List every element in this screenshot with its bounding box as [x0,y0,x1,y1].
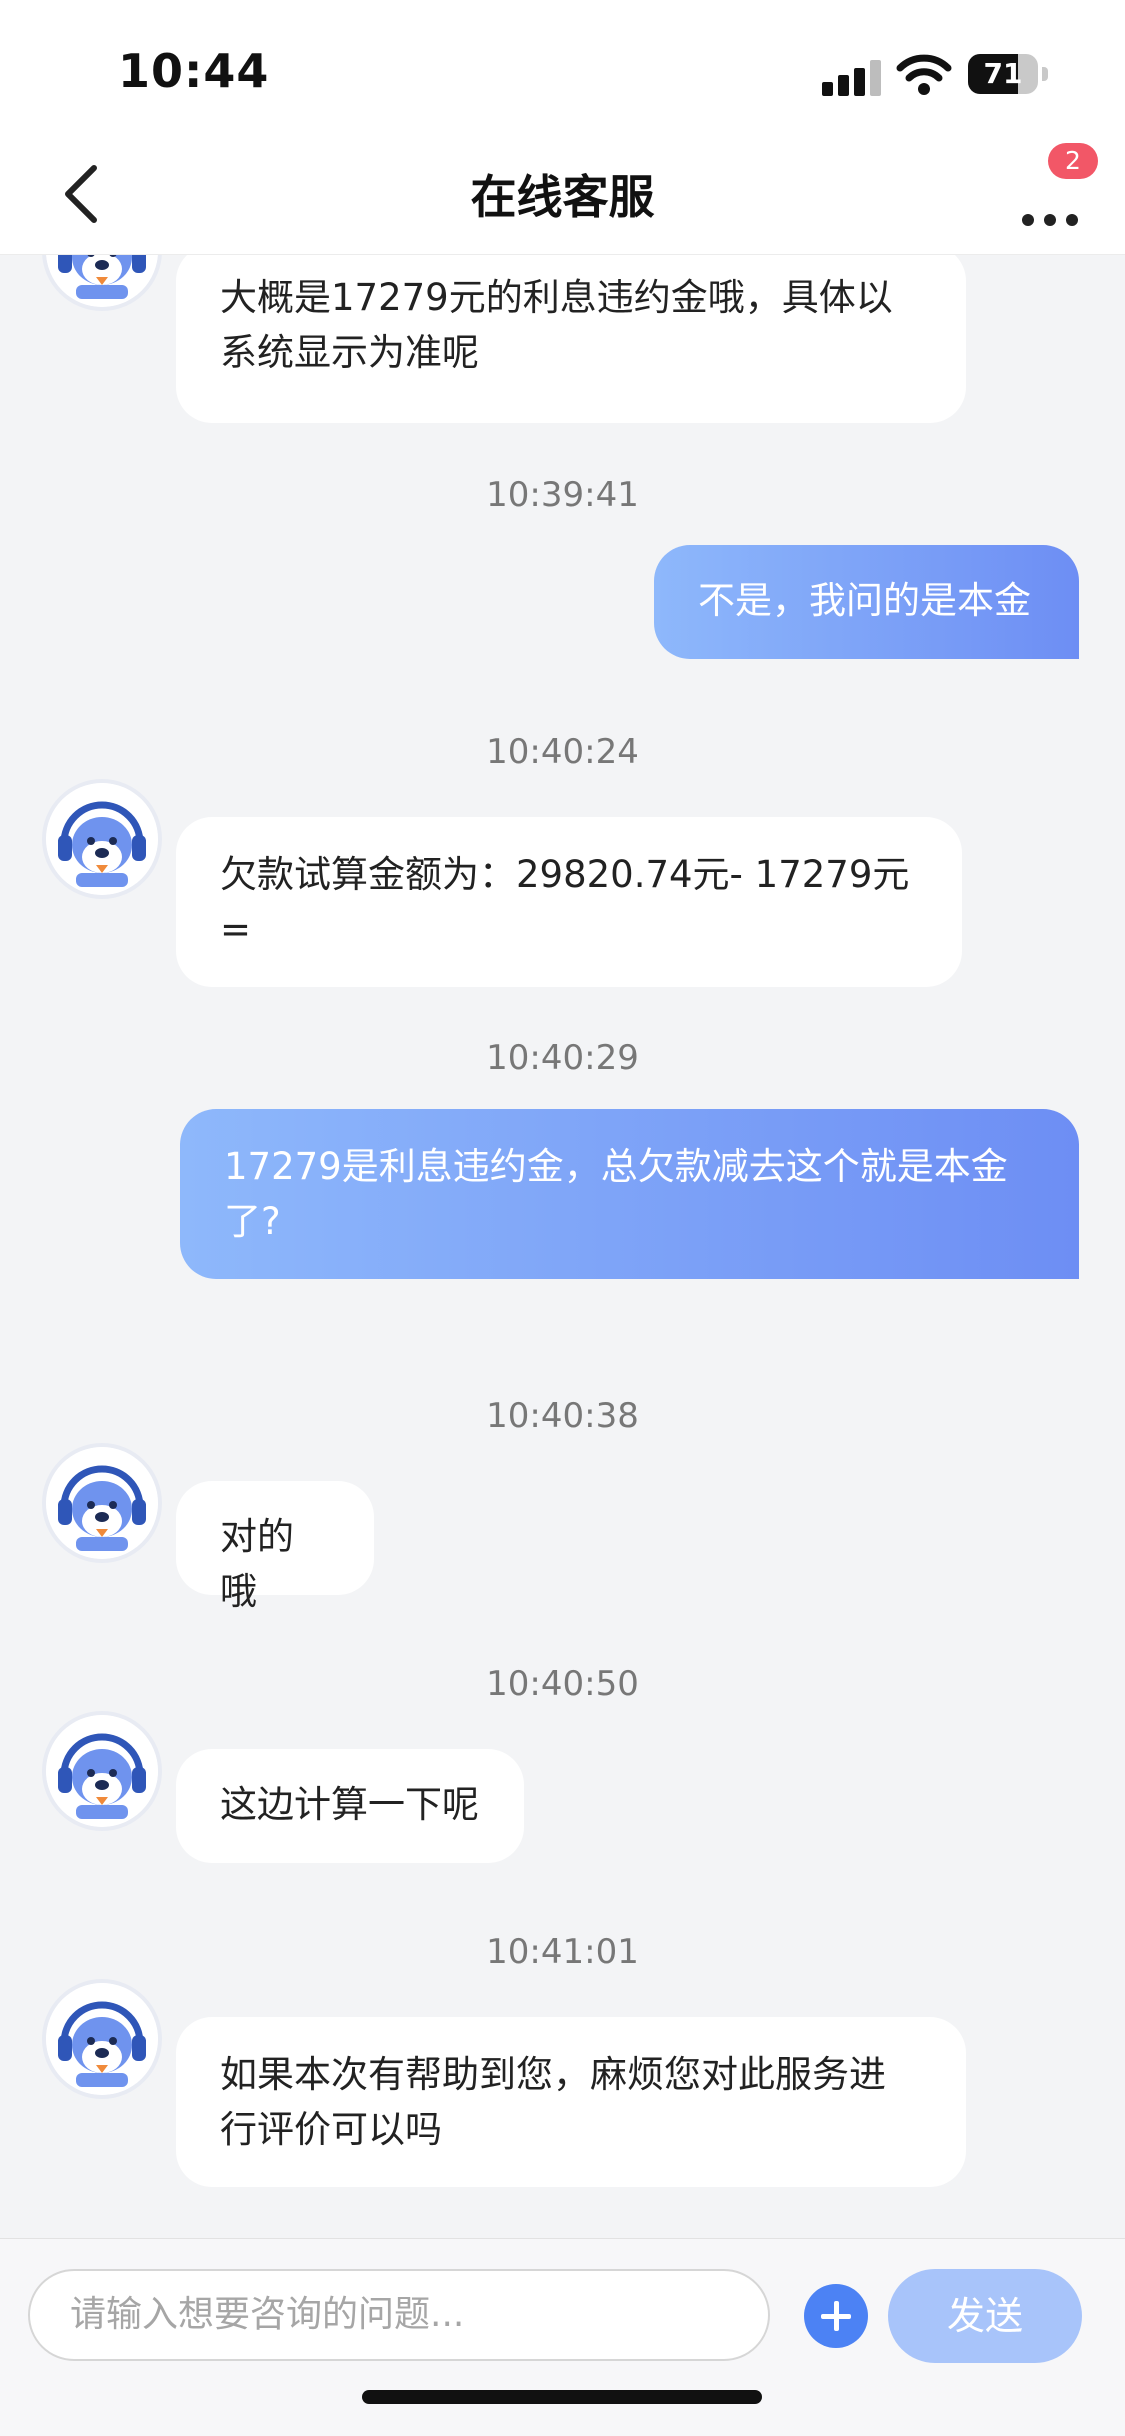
message-timestamp: 10:39:41 [486,475,639,515]
send-button[interactable]: 发送 [888,2269,1082,2363]
battery-level: 71 [983,57,1023,90]
agent-avatar[interactable] [46,783,158,895]
agent-avatar[interactable] [46,1447,158,1559]
more-dots-icon[interactable] [1018,172,1082,232]
message-timestamp: 10:41:01 [486,1932,639,1972]
message-bubble: 大概是17279元的利息违约金哦，具体以系统显示为准呢 [176,255,966,423]
message-bubble-user: 不是，我问的是本金 [654,545,1079,659]
wifi-icon [896,54,952,95]
notification-badge: 2 [1048,143,1098,179]
message-bubble: 如果本次有帮助到您，麻烦您对此服务进行评价可以吗 [176,2017,966,2187]
message-input[interactable]: 请输入想要咨询的问题... [28,2269,770,2361]
message-bubble-user: 17279是利息违约金，总欠款减去这个就是本金了? [180,1109,1079,1279]
message-bubble: 这边计算一下呢 [176,1749,524,1863]
page-title: 在线客服 [470,170,655,224]
status-bar: 10:44 71 [0,0,1125,140]
battery-icon: 71 [968,54,1050,94]
status-time: 10:44 [118,44,270,98]
plus-icon[interactable] [804,2284,868,2348]
message-timestamp: 10:40:24 [486,732,639,772]
nav-bar: 在线客服 [0,140,1125,255]
chat-list[interactable]: 大概是17279元的利息违约金哦，具体以系统显示为准呢 10:39:41 不是，… [0,255,1125,2235]
agent-avatar[interactable] [46,255,158,307]
message-bubble: 欠款试算金额为：29820.74元- 17279元= [176,817,962,987]
message-timestamp: 10:40:50 [486,1664,639,1704]
input-bar: 请输入想要咨询的问题... 发送 [0,2238,1125,2436]
message-timestamp: 10:40:29 [486,1038,639,1078]
home-indicator [362,2390,762,2404]
agent-avatar[interactable] [46,1983,158,2095]
message-timestamp: 10:40:38 [486,1396,639,1436]
cellular-signal-icon [822,56,882,96]
agent-avatar[interactable] [46,1715,158,1827]
message-bubble: 对的哦 [176,1481,374,1613]
